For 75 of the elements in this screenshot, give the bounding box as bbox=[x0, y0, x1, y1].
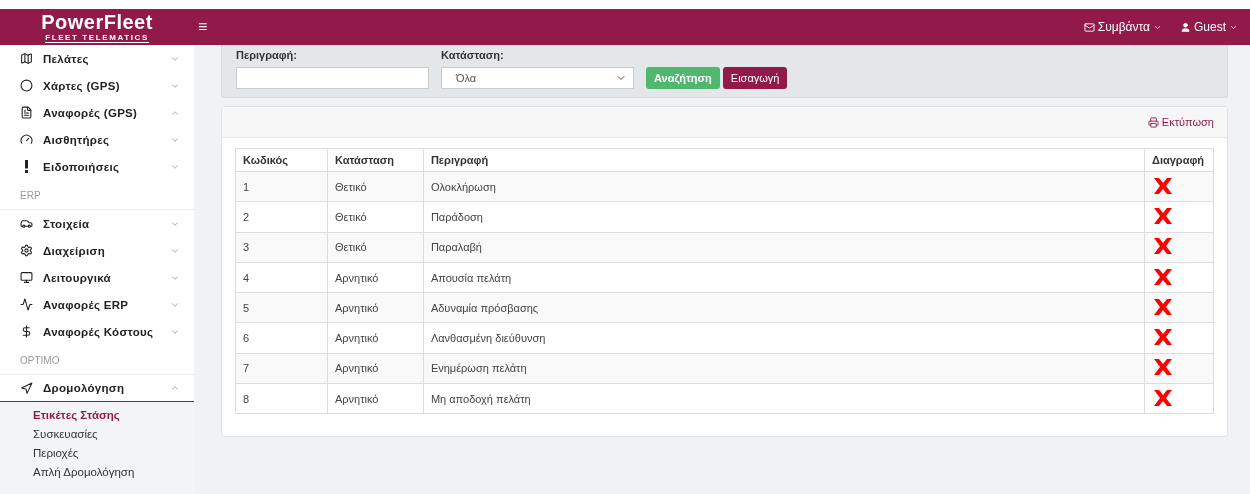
delete-icon[interactable] bbox=[1152, 297, 1174, 316]
status-select[interactable]: Όλα bbox=[441, 67, 634, 89]
table-cell: Αρνητικό bbox=[327, 383, 424, 414]
field-label: Κατάσταση: bbox=[441, 49, 505, 61]
submenu-item[interactable]: Συσκευασίες bbox=[0, 425, 194, 444]
table-cell: 8 bbox=[235, 383, 328, 414]
user-menu[interactable]: Guest bbox=[1180, 20, 1238, 34]
gauge-icon bbox=[20, 133, 33, 146]
delete-icon[interactable] bbox=[1152, 267, 1174, 286]
table-cell: Ενημέρωση πελάτη bbox=[423, 353, 1145, 384]
car-icon bbox=[20, 217, 33, 230]
table-cell: Ολοκλήρωση bbox=[423, 171, 1145, 202]
table-cell: 3 bbox=[235, 232, 328, 263]
logo-tagline: FLEET TELEMATICS bbox=[45, 31, 149, 43]
navigation-icon bbox=[20, 381, 33, 395]
sidebar-item[interactable]: Διαχείριση bbox=[0, 237, 194, 264]
table-cell: Παραλαβή bbox=[423, 232, 1145, 263]
table-cell: Αρνητικό bbox=[327, 323, 424, 354]
column-header: Κωδικός bbox=[235, 148, 328, 172]
table-cell: 4 bbox=[235, 262, 328, 293]
table-cell: Θετικό bbox=[327, 171, 424, 202]
menu-button[interactable]: ≡ bbox=[194, 18, 212, 36]
sidebar-item[interactable]: Στοιχεία bbox=[0, 210, 194, 237]
delete-icon[interactable] bbox=[1152, 237, 1174, 256]
description-input[interactable] bbox=[236, 67, 429, 89]
table-cell: Μη αποδοχή πελάτη bbox=[423, 383, 1145, 414]
delete-icon[interactable] bbox=[1152, 358, 1174, 377]
table-cell: Αρνητικό bbox=[327, 292, 424, 323]
chevron-icon bbox=[170, 383, 180, 393]
print-link[interactable]: Εκτύπωση bbox=[1147, 116, 1214, 128]
table-cell: 5 bbox=[235, 292, 328, 323]
table-cell: Παράδοση bbox=[423, 201, 1145, 233]
dollar-icon bbox=[20, 325, 33, 338]
logo: PowerFleet bbox=[41, 11, 153, 32]
sidebar-item[interactable]: Αναφορές Κόστους bbox=[0, 318, 194, 345]
submenu-item[interactable]: Ετικέτες Στάσης bbox=[0, 406, 194, 425]
table-cell: 7 bbox=[235, 353, 328, 384]
table-cell: 1 bbox=[235, 171, 328, 202]
table-cell: Θετικό bbox=[327, 232, 424, 263]
table-cell: 6 bbox=[235, 323, 328, 354]
submenu-item[interactable]: Απλή Δρομολόγηση bbox=[0, 463, 194, 482]
sidebar-item[interactable]: Αναφορές (GPS) bbox=[0, 99, 194, 126]
circle-icon bbox=[20, 79, 33, 92]
events-menu[interactable]: Συμβάντα bbox=[1083, 20, 1162, 34]
sidebar-item[interactable]: Χάρτες (GPS) bbox=[0, 72, 194, 99]
table-cell: Απουσία πελάτη bbox=[423, 262, 1145, 293]
map-icon bbox=[20, 52, 33, 65]
document-icon bbox=[20, 106, 33, 119]
sidebar-item[interactable]: Αναφορές ERP bbox=[0, 291, 194, 318]
submenu-item[interactable]: Περιοχές bbox=[0, 444, 194, 463]
table-cell: Αδυναμία πρόσβασης bbox=[423, 292, 1145, 323]
sidebar-item[interactable]: Ειδοποιήσεις bbox=[0, 153, 194, 180]
mail-icon bbox=[1083, 21, 1095, 33]
delete-icon[interactable] bbox=[1152, 328, 1174, 347]
delete-icon[interactable] bbox=[1152, 176, 1174, 195]
pulse-icon bbox=[20, 298, 33, 311]
column-header: Διαγραφή bbox=[1144, 148, 1214, 172]
sidebar-item[interactable]: Πελάτες bbox=[0, 45, 194, 72]
table-cell: Αρνητικό bbox=[327, 353, 424, 384]
delete-icon[interactable] bbox=[1152, 206, 1174, 225]
table-cell: Λανθασμένη διεύθυνση bbox=[423, 323, 1145, 354]
column-header: Περιγραφή bbox=[423, 148, 1145, 172]
column-header: Κατάσταση bbox=[327, 148, 424, 172]
gear-icon bbox=[20, 244, 33, 257]
printer-icon bbox=[1147, 116, 1159, 128]
sidebar-item[interactable]: Λειτουργικά bbox=[0, 264, 194, 291]
delete-icon[interactable] bbox=[1152, 388, 1174, 407]
user-icon bbox=[1180, 21, 1191, 33]
insert-button[interactable]: Εισαγωγή bbox=[722, 67, 788, 89]
table-cell: Αρνητικό bbox=[327, 262, 424, 293]
table-cell: Θετικό bbox=[327, 201, 424, 233]
sidebar-item[interactable]: Αισθητήρες bbox=[0, 126, 194, 153]
field-label: Περιγραφή: bbox=[236, 49, 298, 61]
monitor-icon bbox=[20, 271, 33, 284]
table-cell: 2 bbox=[235, 201, 328, 233]
